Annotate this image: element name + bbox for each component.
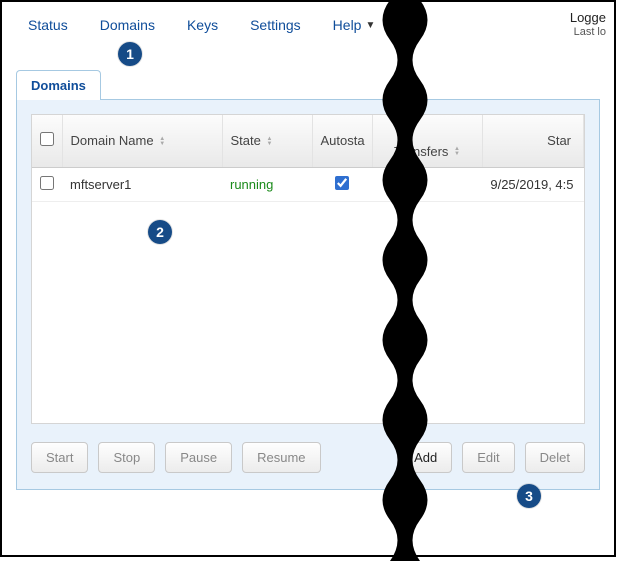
th-autostart[interactable]: Autosta bbox=[312, 115, 372, 167]
top-nav: Status Domains Keys Settings Help ▼ Logg… bbox=[2, 2, 614, 50]
th-transfers[interactable]: Transfers ▲▼ bbox=[372, 115, 482, 167]
domains-table: Domain Name ▲▼ State ▲▼ Autosta bbox=[31, 114, 585, 424]
th-state-label: State bbox=[231, 133, 261, 148]
callout-2: 2 bbox=[148, 220, 172, 244]
login-line2: Last lo bbox=[570, 26, 606, 39]
stop-button[interactable]: Stop bbox=[98, 442, 155, 473]
autostart-checkbox[interactable] bbox=[335, 176, 349, 190]
sort-icon: ▲▼ bbox=[159, 137, 165, 147]
th-transfers-label: Transfers bbox=[394, 144, 448, 159]
pause-button[interactable]: Pause bbox=[165, 442, 232, 473]
cell-state: running bbox=[222, 167, 312, 201]
select-all-checkbox[interactable] bbox=[40, 132, 54, 146]
sort-icon: ▲▼ bbox=[454, 147, 460, 157]
th-domain-name[interactable]: Domain Name ▲▼ bbox=[62, 115, 222, 167]
login-info: Logge Last lo bbox=[570, 10, 606, 39]
callout-3: 3 bbox=[517, 484, 541, 508]
cell-transfers bbox=[372, 167, 482, 201]
resume-button[interactable]: Resume bbox=[242, 442, 320, 473]
cell-started: 9/25/2019, 4:5 bbox=[482, 167, 584, 201]
nav-help[interactable]: Help ▼ bbox=[317, 12, 392, 38]
nav-domains[interactable]: Domains bbox=[84, 12, 171, 38]
th-select-all bbox=[32, 115, 62, 167]
login-line1: Logge bbox=[570, 10, 606, 26]
th-state[interactable]: State ▲▼ bbox=[222, 115, 312, 167]
table-row[interactable]: mftserver1 running 9/25/2019, 4:5 bbox=[32, 167, 584, 201]
domains-pane: Domain Name ▲▼ State ▲▼ Autosta bbox=[16, 100, 600, 490]
nav-status[interactable]: Status bbox=[12, 12, 84, 38]
cell-domain-name: mftserver1 bbox=[62, 167, 222, 201]
caret-down-icon: ▼ bbox=[365, 20, 375, 31]
delete-button[interactable]: Delet bbox=[525, 442, 585, 473]
sort-icon: ▲▼ bbox=[266, 137, 272, 147]
nav-settings[interactable]: Settings bbox=[234, 12, 317, 38]
row-checkbox[interactable] bbox=[40, 176, 54, 190]
th-started[interactable]: Star bbox=[482, 115, 584, 167]
tab-domains[interactable]: Domains bbox=[16, 70, 101, 100]
callout-1: 1 bbox=[118, 42, 142, 66]
th-autostart-label: Autosta bbox=[321, 133, 365, 148]
edit-button[interactable]: Edit bbox=[462, 442, 514, 473]
action-bar: Start Stop Pause Resume Add Edit Delet bbox=[31, 442, 585, 473]
th-domain-name-label: Domain Name bbox=[71, 133, 154, 148]
nav-help-label: Help bbox=[333, 17, 362, 33]
nav-keys[interactable]: Keys bbox=[171, 12, 234, 38]
start-button[interactable]: Start bbox=[31, 442, 88, 473]
th-started-label: Star bbox=[547, 133, 571, 148]
add-button[interactable]: Add bbox=[399, 442, 452, 473]
